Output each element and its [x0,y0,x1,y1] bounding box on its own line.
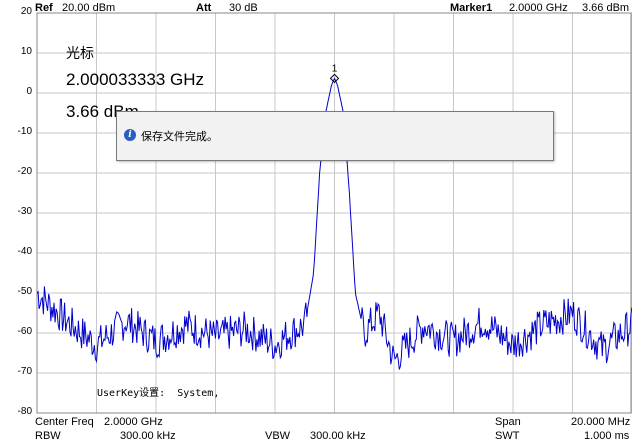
rbw-value: 300.00 kHz [120,430,176,442]
dialog-message: 保存文件完成。 [141,130,218,143]
marker-readout-freq: 2.000033333 GHz [66,70,204,89]
vbw-label: VBW [265,430,291,442]
swt-label: SWT [495,430,520,442]
swt-value: 1.000 ms [584,430,630,442]
center-freq-value: 2.0000 GHz [104,416,163,428]
span-label: Span [495,416,521,428]
span-value: 20.000 MHz [571,416,631,428]
center-freq-label: Center Freq [35,416,94,428]
marker-readout-title: 光标 [66,46,94,62]
rbw-label: RBW [35,430,61,442]
marker-1-label: 1 [332,63,338,74]
info-icon: i [124,129,136,141]
spectrum-plot: 1 [36,12,632,414]
save-complete-dialog[interactable]: i 保存文件完成。 [116,111,554,161]
vbw-value: 300.00 kHz [310,430,366,442]
userkey-status: UserKey设置: System, [97,388,220,399]
